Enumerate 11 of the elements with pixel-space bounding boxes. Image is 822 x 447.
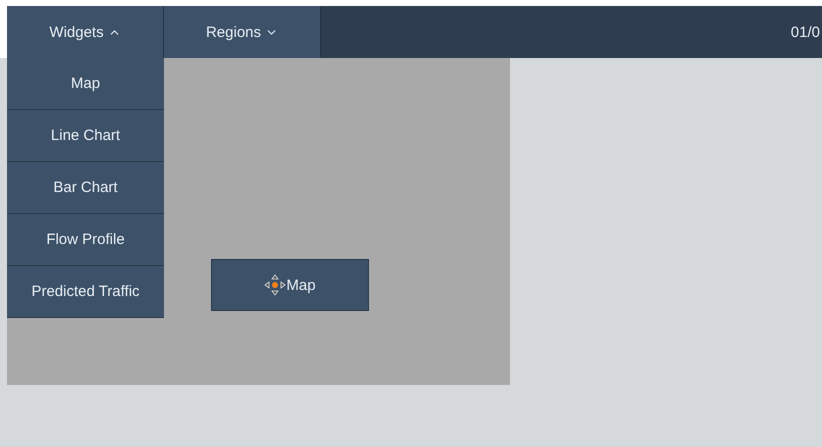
dropdown-item[interactable]: Flow Profile — [7, 214, 164, 266]
date-text: 01/0 — [790, 24, 820, 40]
widget-label: Map — [286, 276, 316, 294]
move-cursor-icon — [264, 274, 286, 296]
nav-menu-button[interactable]: Regions — [164, 6, 321, 58]
dropdown-item[interactable]: Line Chart — [7, 110, 164, 162]
dropdown-item[interactable]: Predicted Traffic — [7, 266, 164, 318]
nav-menu-button[interactable]: Widgets — [7, 6, 164, 58]
dropdown-item[interactable]: Map — [7, 58, 164, 110]
dragged-widget-tile[interactable]: Map — [211, 259, 369, 311]
dropdown-item[interactable]: Bar Chart — [7, 162, 164, 214]
